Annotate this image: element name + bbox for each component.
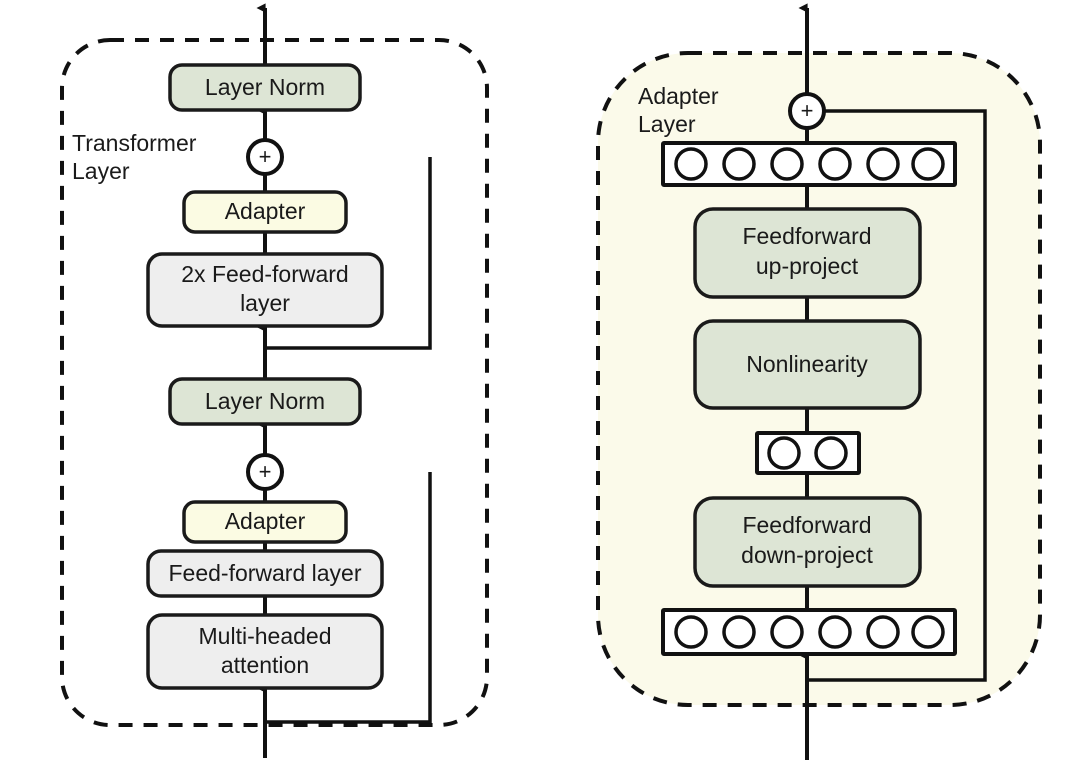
box-feedforward-down-project[interactable]: Feedforward down-project bbox=[693, 496, 922, 588]
residual-add-top-symbol: + bbox=[259, 144, 272, 169]
transformer-layer-caption-line2: Layer bbox=[72, 158, 130, 184]
box-layer-norm-bottom[interactable]: Layer Norm bbox=[168, 377, 362, 426]
box-layer-norm-bottom-label: Layer Norm bbox=[205, 388, 325, 414]
transformer-layer-caption-line1: Transformer bbox=[72, 130, 197, 156]
residual-add-bottom[interactable]: + bbox=[246, 453, 284, 491]
neuron-row-input[interactable] bbox=[661, 608, 957, 656]
box-feed-forward-2x[interactable]: 2x Feed-forward layer bbox=[146, 252, 384, 328]
box-multi-headed-attention[interactable]: Multi-headed attention bbox=[146, 613, 384, 690]
adapter-residual-add[interactable]: + bbox=[788, 92, 826, 130]
box-feed-forward-layer-label: Feed-forward layer bbox=[168, 560, 361, 586]
box-feedforward-down-project-label-line2: down-project bbox=[741, 542, 873, 568]
transformer-layer-caption: Transformer Layer bbox=[72, 130, 197, 184]
box-adapter-bottom-label: Adapter bbox=[225, 508, 306, 534]
adapter-layer-caption-line1: Adapter bbox=[638, 83, 719, 109]
adapter-layer-caption-line2: Layer bbox=[638, 111, 696, 137]
box-adapter-top-label: Adapter bbox=[225, 198, 306, 224]
box-adapter-bottom[interactable]: Adapter bbox=[182, 500, 348, 544]
box-layer-norm-top-label: Layer Norm bbox=[205, 74, 325, 100]
box-feedforward-up-project-label-line2: up-project bbox=[756, 253, 859, 279]
neuron-row-bottleneck[interactable] bbox=[755, 431, 861, 475]
box-adapter-top[interactable]: Adapter bbox=[182, 190, 348, 234]
residual-add-top[interactable]: + bbox=[246, 138, 284, 176]
box-feedforward-down-project-label-line1: Feedforward bbox=[742, 512, 871, 538]
adapter-residual-add-symbol: + bbox=[801, 98, 814, 123]
adapter-architecture-diagram: Layer Norm Transformer Layer + Adapter 2… bbox=[60, 3, 1042, 760]
box-feed-forward-2x-label-line2: layer bbox=[240, 290, 290, 316]
neuron-row-output[interactable] bbox=[661, 141, 957, 187]
residual-add-bottom-symbol: + bbox=[259, 459, 272, 484]
box-multi-headed-attention-label-line2: attention bbox=[221, 652, 309, 678]
box-feedforward-up-project[interactable]: Feedforward up-project bbox=[693, 207, 922, 299]
box-nonlinearity-label: Nonlinearity bbox=[746, 351, 868, 377]
box-feed-forward-2x-label-line1: 2x Feed-forward bbox=[181, 261, 348, 287]
diagram-root: Layer Norm Transformer Layer + Adapter 2… bbox=[0, 0, 1080, 769]
box-nonlinearity[interactable]: Nonlinearity bbox=[693, 319, 922, 410]
box-multi-headed-attention-label-line1: Multi-headed bbox=[199, 623, 332, 649]
box-feed-forward-layer[interactable]: Feed-forward layer bbox=[146, 549, 384, 598]
box-feedforward-up-project-label-line1: Feedforward bbox=[742, 223, 871, 249]
box-layer-norm-top[interactable]: Layer Norm bbox=[168, 63, 362, 112]
